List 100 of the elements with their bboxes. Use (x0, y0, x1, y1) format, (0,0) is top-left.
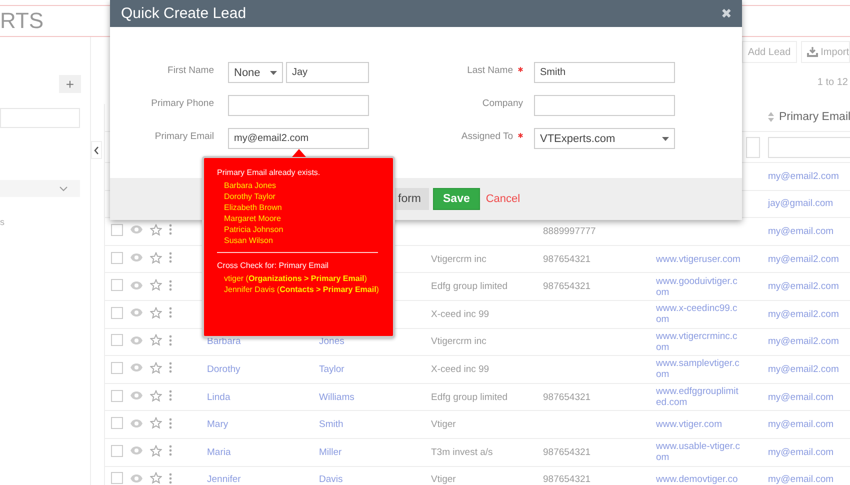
row-checkbox[interactable] (111, 306, 123, 319)
star-icon[interactable] (150, 444, 162, 457)
table-link[interactable]: Jennifer (207, 474, 315, 485)
more-icon[interactable] (169, 445, 172, 456)
input-field[interactable]: Jay (286, 62, 369, 83)
salutation-select[interactable]: None (228, 62, 283, 83)
table-link[interactable]: my@email.com (768, 419, 850, 430)
row-checkbox[interactable] (111, 444, 123, 457)
table-link[interactable]: my@email2.com (768, 364, 850, 375)
table-link[interactable]: my@email2.com (768, 281, 850, 292)
table-link[interactable]: Jones (319, 336, 427, 348)
eye-icon[interactable] (130, 391, 143, 400)
table-link[interactable]: www.vtiger.com (656, 419, 742, 430)
star-icon[interactable] (150, 306, 162, 319)
duplicate-link[interactable]: Patricia Johnson (224, 224, 381, 235)
eye-icon[interactable] (130, 308, 143, 318)
more-icon[interactable] (169, 252, 172, 264)
input-field[interactable] (228, 95, 369, 116)
more-icon[interactable] (169, 334, 172, 346)
eye-icon[interactable] (130, 418, 143, 428)
more-icon[interactable] (169, 280, 172, 291)
table-link[interactable]: my@email2.com (768, 308, 850, 320)
table-link[interactable]: Mary (207, 419, 315, 430)
more-icon[interactable] (169, 307, 172, 318)
table-link[interactable]: www.demovtiger.co (656, 474, 742, 485)
more-icon[interactable] (169, 472, 172, 484)
duplicate-link[interactable]: Jennifer Davis (Contacts > Primary Email) (224, 284, 381, 295)
cancel-link[interactable]: Cancel (486, 193, 520, 205)
column-header[interactable]: Primary Email (768, 110, 850, 122)
star-icon[interactable] (150, 472, 162, 484)
table-link[interactable]: my@email2.com (768, 336, 850, 348)
table-link[interactable]: my@email.com (768, 474, 850, 485)
table-link[interactable]: Maria (207, 446, 315, 458)
table-link[interactable]: www.x-ceedinc99.com (656, 303, 742, 326)
star-icon[interactable] (150, 252, 162, 264)
filter-field[interactable] (768, 136, 850, 158)
more-icon[interactable] (169, 362, 172, 374)
table-link[interactable]: www.gooduivtiger.com (656, 276, 742, 298)
row-checkbox[interactable] (111, 334, 123, 346)
duplicate-link[interactable]: Dorothy Taylor (224, 191, 381, 202)
table-link[interactable]: Smith (319, 419, 427, 430)
table-link[interactable]: my@email2.com (768, 170, 850, 182)
more-icon[interactable] (169, 418, 172, 429)
table-link[interactable]: Dorothy (207, 364, 315, 375)
full-form-button[interactable]: form (395, 188, 429, 210)
star-icon[interactable] (150, 417, 162, 430)
input-field[interactable] (534, 95, 675, 116)
table-link[interactable]: www.edfggrouplimited.com (656, 386, 742, 408)
table-link[interactable]: jay@gmail.com (768, 198, 850, 210)
duplicate-link[interactable]: vtiger (Organizations > Primary Email) (224, 273, 381, 284)
import-button[interactable]: Import (800, 41, 850, 63)
select-field[interactable]: VTExperts.com (534, 128, 675, 149)
duplicate-link[interactable]: Barbara Jones (224, 180, 381, 191)
row-checkbox[interactable] (111, 279, 123, 292)
star-icon[interactable] (150, 334, 162, 346)
close-button[interactable]: ✖ (721, 6, 732, 21)
table-link[interactable]: www.samplevtiger.com (656, 358, 742, 380)
table-link[interactable]: www.vtigeruser.com (656, 254, 742, 265)
row-checkbox[interactable] (111, 224, 123, 236)
row-checkbox[interactable] (111, 252, 123, 264)
duplicate-link[interactable]: Susan Wilson (224, 235, 381, 246)
star-icon[interactable] (150, 224, 162, 236)
more-icon[interactable] (169, 224, 172, 236)
collapse-button[interactable] (91, 141, 102, 159)
eye-icon[interactable] (130, 446, 143, 456)
row-checkbox[interactable] (111, 390, 123, 402)
star-icon[interactable] (150, 279, 162, 292)
table-link[interactable]: my@email.com (768, 226, 850, 237)
table-link[interactable]: my@email.com (768, 446, 850, 458)
more-icon[interactable] (169, 390, 172, 402)
search-field[interactable] (0, 108, 80, 128)
eye-icon[interactable] (130, 336, 143, 345)
row-checkbox[interactable] (111, 417, 123, 430)
eye-icon[interactable] (130, 474, 143, 483)
input-field[interactable]: my@email2.com (228, 128, 369, 149)
eye-icon[interactable] (130, 363, 143, 372)
table-link[interactable]: my@email2.com (768, 254, 850, 265)
filter-field[interactable] (746, 136, 760, 158)
table-link[interactable]: Barbara (207, 336, 315, 348)
eye-icon[interactable] (130, 280, 143, 290)
eye-icon[interactable] (130, 225, 143, 234)
table-link[interactable]: Davis (319, 474, 427, 485)
table-link[interactable]: www.usable-vtiger.com (656, 441, 742, 464)
duplicate-link[interactable]: Margaret Moore (224, 213, 381, 224)
table-link[interactable]: my@email.com (768, 392, 850, 403)
table-link[interactable]: Taylor (319, 364, 427, 375)
input-field[interactable]: Smith (534, 62, 675, 83)
dropdown[interactable] (0, 180, 80, 197)
save-button[interactable]: Save (433, 188, 480, 210)
table-link[interactable]: Linda (207, 392, 315, 403)
eye-icon[interactable] (130, 253, 143, 262)
table-link[interactable]: www.vtigercrminc.com (656, 330, 742, 353)
star-icon[interactable] (150, 362, 162, 374)
add-lead-button[interactable]: Add Lead (742, 41, 797, 63)
duplicate-link[interactable]: Elizabeth Brown (224, 202, 381, 213)
table-link[interactable]: Williams (319, 392, 427, 403)
add-button[interactable]: + (59, 75, 81, 93)
star-icon[interactable] (150, 390, 162, 402)
row-checkbox[interactable] (111, 362, 123, 374)
table-link[interactable]: Miller (319, 446, 427, 458)
